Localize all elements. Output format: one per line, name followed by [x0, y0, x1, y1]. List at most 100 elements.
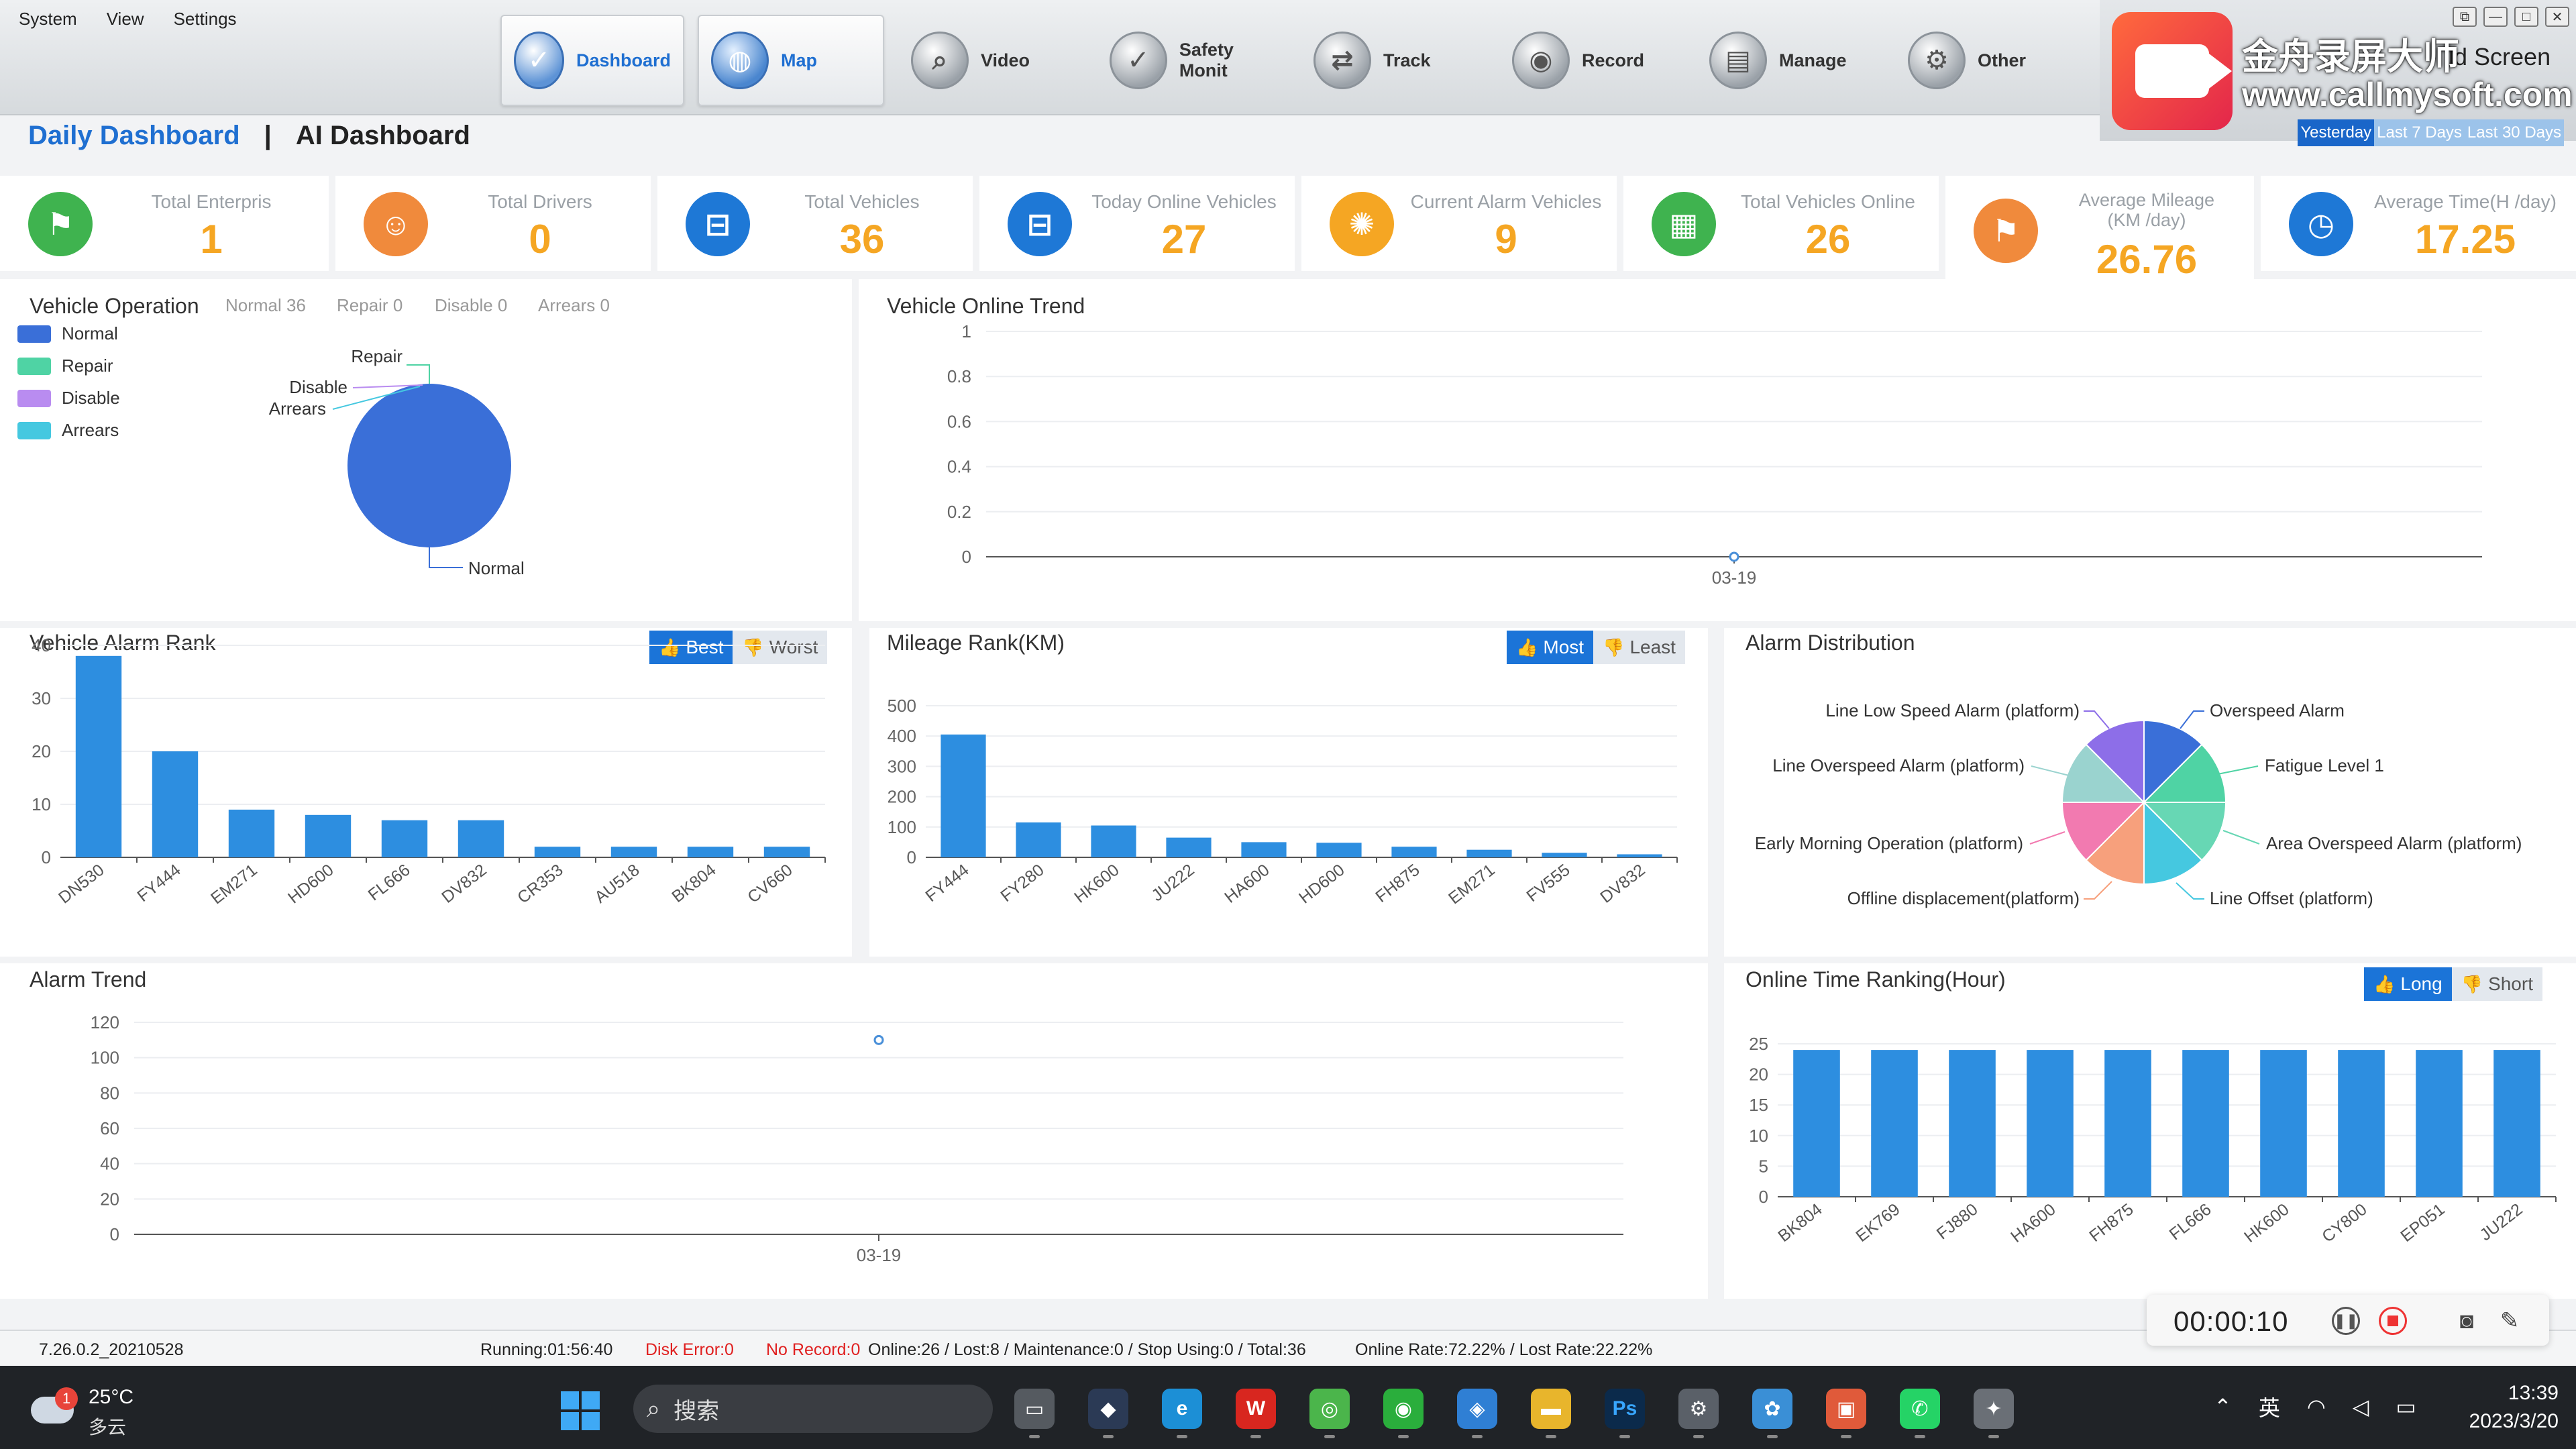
camera-icon[interactable]: ◙	[2453, 1307, 2481, 1335]
nav-dashboard[interactable]: ✓ Dashboard	[500, 15, 684, 106]
legend-item-disable[interactable]: Disable	[17, 388, 120, 409]
minimize-icon[interactable]: —	[2483, 7, 2508, 27]
menu-view[interactable]: View	[107, 9, 144, 30]
period-last-30-days[interactable]: Last 30 Days	[2464, 119, 2564, 146]
period-yesterday[interactable]: Yesterday	[2298, 119, 2375, 146]
chevron-up-icon[interactable]: ⌃	[2214, 1394, 2232, 1419]
stat-value: 1	[200, 217, 223, 262]
y-tick-label: 10	[32, 794, 51, 814]
x-tick-label: CR353	[514, 861, 567, 908]
x-tick-label: DV832	[1597, 861, 1648, 907]
bar	[2182, 1050, 2229, 1197]
recording-timer: 00:00:10	[2174, 1305, 2289, 1337]
thumbs-down-icon: 👎	[1603, 637, 1625, 657]
y-tick-label: 100	[91, 1048, 119, 1068]
wps-icon[interactable]: W	[1236, 1389, 1276, 1438]
nav-label: Manage	[1779, 50, 1847, 70]
windows-taskbar: 1 25°C 多云 ⌕ 搜索 ▭ ◆ e W ◎ ◉ ◈ ▬ Ps ⚙ ✿ ▣ …	[0, 1366, 2576, 1449]
whatsapp-icon[interactable]: ✆	[1900, 1389, 1940, 1438]
y-tick-label: 0	[962, 547, 971, 567]
edge-icon[interactable]: e	[1162, 1389, 1202, 1438]
menu-settings[interactable]: Settings	[174, 9, 237, 30]
nav-track[interactable]: ⇄ Track	[1301, 15, 1476, 106]
data-point	[1729, 551, 1739, 562]
legend-swatch	[17, 421, 51, 439]
legend-item-normal[interactable]: Normal	[17, 323, 118, 344]
x-tick-label: FH875	[2086, 1200, 2137, 1246]
stat-label: Average Mileage (KM /day)	[2078, 190, 2215, 230]
map-app-icon[interactable]: ◈	[1457, 1389, 1497, 1438]
task-view-icon[interactable]: ▭	[1014, 1389, 1055, 1438]
nav-video[interactable]: ⌕ Video	[899, 15, 1073, 106]
file-explorer-icon[interactable]: ▬	[1531, 1389, 1571, 1438]
shield-icon: ✓	[1110, 32, 1167, 89]
stat-label: Total Vehicles	[804, 191, 920, 212]
most-button[interactable]: 👍 Most	[1507, 631, 1594, 664]
maximize-icon[interactable]: □	[2514, 7, 2538, 27]
period-last-7-days[interactable]: Last 7 Days	[2374, 119, 2465, 146]
status-running: Running:01:56:40	[480, 1340, 613, 1359]
y-tick-label: 15	[1749, 1095, 1768, 1115]
ime-indicator[interactable]: 英	[2259, 1391, 2280, 1422]
least-button[interactable]: 👎 Least	[1593, 631, 1685, 664]
bar	[1016, 822, 1061, 857]
legend-swatch	[17, 357, 51, 375]
weather-widget[interactable]: 1 25°C 多云	[27, 1377, 174, 1438]
y-tick-label: 400	[888, 726, 916, 746]
window-controls: ⧉ — □ ✕	[2453, 7, 2569, 27]
short-button[interactable]: 👎 Short	[2451, 967, 2542, 1001]
volume-icon[interactable]: ◁	[2353, 1394, 2369, 1419]
menu-system[interactable]: System	[19, 9, 77, 30]
battery-icon[interactable]: ▭	[2396, 1394, 2416, 1419]
nav-other[interactable]: ⚙ Other	[1896, 15, 2070, 106]
nav-label: Safety Monit	[1179, 40, 1234, 80]
taskbar-search[interactable]: ⌕ 搜索	[633, 1385, 993, 1433]
nav-record[interactable]: ◉ Record	[1500, 15, 1681, 106]
legend-item-arrears[interactable]: Arrears	[17, 420, 119, 441]
short-label: Short	[2488, 973, 2533, 994]
legend-label: Arrears	[62, 420, 119, 440]
app-icon[interactable]: ◆	[1088, 1389, 1128, 1438]
bar	[152, 751, 199, 857]
tab-ai-dashboard[interactable]: AI Dashboard	[296, 121, 470, 151]
close-icon[interactable]: ✕	[2545, 7, 2569, 27]
bar	[1871, 1050, 1918, 1197]
long-button[interactable]: 👍 Long	[2364, 967, 2452, 1001]
long-label: Long	[2400, 973, 2443, 994]
stat-value: 36	[839, 217, 885, 262]
watermark-url: www.callmysoft.com	[2242, 76, 2573, 113]
bar	[2416, 1050, 2463, 1197]
taskbar-clock[interactable]: 13:39 2023/3/20	[2451, 1379, 2559, 1436]
pencil-icon[interactable]: ✎	[2496, 1307, 2524, 1335]
wifi-icon[interactable]: ◠	[2307, 1394, 2326, 1419]
photoshop-icon[interactable]: Ps	[1605, 1389, 1645, 1438]
data-point	[873, 1034, 884, 1045]
search-placeholder: 搜索	[674, 1398, 720, 1424]
x-tick-label: FH875	[1372, 861, 1423, 906]
wechat-icon[interactable]: ◉	[1383, 1389, 1424, 1438]
stop-icon[interactable]	[2379, 1307, 2407, 1335]
y-tick-label: 20	[1749, 1065, 1768, 1085]
restore-icon[interactable]: ⧉	[2453, 7, 2477, 27]
legend-item-repair[interactable]: Repair	[17, 356, 113, 376]
x-tick-label: FJ880	[1933, 1200, 1982, 1244]
browser-icon[interactable]: ◎	[1309, 1389, 1350, 1438]
pause-icon[interactable]: ❚❚	[2332, 1307, 2360, 1335]
windows-start-icon[interactable]	[561, 1391, 600, 1430]
panel-title: Online Time Ranking(Hour)	[1746, 967, 2006, 991]
store-icon[interactable]: ▣	[1826, 1389, 1866, 1438]
settings-icon[interactable]: ⚙	[1678, 1389, 1719, 1438]
photos-icon[interactable]: ✿	[1752, 1389, 1792, 1438]
tab-daily-dashboard[interactable]: Daily Dashboard	[28, 121, 240, 151]
nav-map[interactable]: ◍ Map	[698, 15, 884, 106]
nav-safety-monit[interactable]: ✓ Safety Monit	[1097, 15, 1299, 106]
legend-label: Repair	[62, 356, 113, 376]
nav-manage[interactable]: ▤ Manage	[1697, 15, 1885, 106]
bar	[2104, 1050, 2151, 1197]
bar	[1391, 847, 1437, 857]
stat-value: 26	[1805, 217, 1851, 262]
search-icon: ⌕	[647, 1394, 661, 1422]
leader-line	[2084, 710, 2110, 729]
x-tick-label: HK600	[1071, 861, 1122, 907]
dashboard-app-icon[interactable]: ✦	[1974, 1389, 2014, 1438]
